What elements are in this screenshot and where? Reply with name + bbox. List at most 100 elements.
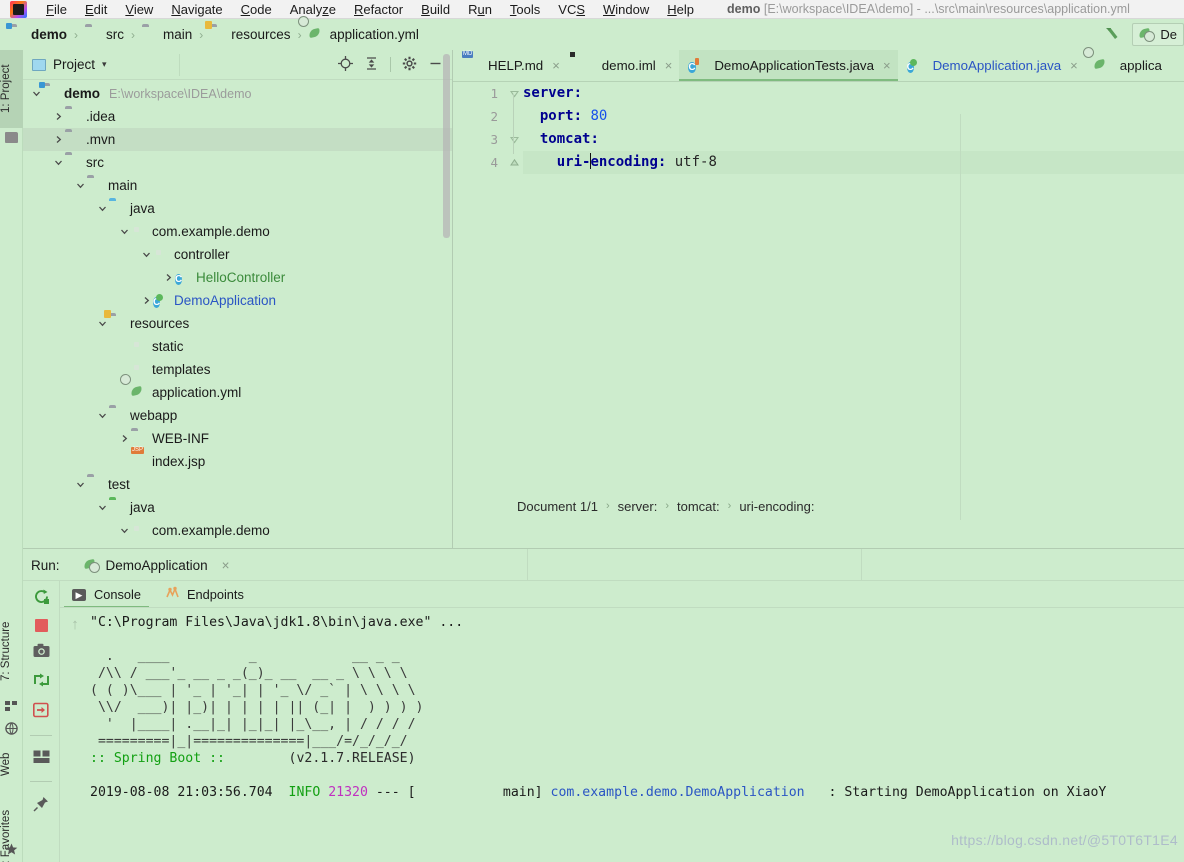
chevron-down-icon[interactable]	[73, 181, 87, 190]
run-configuration-tab[interactable]: DemoApplication ×	[84, 558, 230, 573]
console-tab-endpoints[interactable]: Endpoints	[163, 586, 246, 602]
editor-tab-help-md[interactable]: MD HELP.md ×	[453, 50, 567, 81]
editor-breadcrumb-item[interactable]: server:	[618, 499, 658, 514]
sidebar-item-structure[interactable]: 7: Structure	[0, 605, 23, 697]
console-output-area[interactable]: ↑ "C:\Program Files\Java\jdk1.8\bin\java…	[60, 608, 1184, 862]
tree-node-application-yml[interactable]: application.yml	[23, 381, 452, 404]
tree-node-java[interactable]: java	[23, 496, 452, 519]
chevron-right-icon[interactable]	[117, 434, 131, 443]
menu-item-view[interactable]: View	[116, 0, 162, 19]
code-line-4[interactable]: uri-encoding: utf-8	[523, 151, 1184, 174]
tree-node--mvn[interactable]: .mvn	[23, 128, 452, 151]
chevron-right-icon[interactable]	[161, 273, 175, 282]
gear-icon[interactable]	[402, 56, 417, 74]
chevron-down-icon[interactable]	[95, 411, 109, 420]
close-icon[interactable]: ×	[1070, 58, 1078, 73]
tree-node-controller[interactable]: controller	[23, 243, 452, 266]
chevron-down-icon[interactable]	[73, 480, 87, 489]
editor-tab-demoapplicationtests-java[interactable]: C DemoApplicationTests.java ×	[679, 50, 898, 81]
tree-node-com-example-demo[interactable]: com.example.demo	[23, 519, 452, 542]
editor-tab-applica[interactable]: applica	[1085, 50, 1169, 81]
breadcrumb-item-application-yml[interactable]: application.yml	[307, 27, 421, 43]
chevron-down-icon[interactable]	[117, 526, 131, 535]
thread-dump-icon[interactable]	[33, 672, 50, 691]
chevron-down-icon[interactable]	[95, 204, 109, 213]
chevron-down-icon[interactable]	[29, 89, 43, 98]
breadcrumb-item-demo[interactable]: demo	[6, 22, 69, 43]
tree-node-resources[interactable]: resources	[23, 309, 452, 335]
breadcrumb-item-resources[interactable]: resources	[205, 20, 292, 43]
collapse-all-icon[interactable]	[364, 56, 379, 74]
menu-item-refactor[interactable]: Refactor	[345, 0, 412, 19]
pin-icon[interactable]	[33, 796, 49, 815]
code-line-1[interactable]: server:	[523, 82, 1184, 105]
editor-breadcrumb-item[interactable]: uri-encoding:	[739, 499, 814, 514]
sidebar-item-web[interactable]: Web	[0, 740, 23, 788]
tree-node-com-example-demo[interactable]: com.example.demo	[23, 220, 452, 243]
layout-icon[interactable]	[33, 750, 50, 767]
project-tree[interactable]: demo E:\workspace\IDEA\demo .idea .mvn src ma…	[23, 80, 452, 546]
editor-breadcrumb-item[interactable]: Document 1/1	[517, 499, 598, 514]
menu-item-vcs[interactable]: VCS	[549, 0, 594, 19]
tree-node-demoapplication[interactable]: C DemoApplication	[23, 289, 452, 312]
camera-icon[interactable]	[33, 643, 50, 661]
tree-node-templates[interactable]: templates	[23, 358, 452, 381]
tree-node-index-jsp[interactable]: JSP index.jsp	[23, 446, 452, 473]
tree-node-hellocontroller[interactable]: C HelloController	[23, 266, 452, 289]
code-line-3[interactable]: tomcat:	[523, 128, 1184, 151]
code-folding-gutter[interactable]	[505, 82, 523, 520]
chevron-down-icon[interactable]	[117, 227, 131, 236]
scroll-up-icon[interactable]: ↑	[60, 608, 90, 862]
tree-node--idea[interactable]: .idea	[23, 105, 452, 128]
project-tree-scrollbar[interactable]	[443, 54, 450, 238]
close-icon[interactable]: ×	[665, 58, 673, 73]
sidebar-item-project[interactable]: 1: Project	[0, 50, 23, 128]
chevron-right-icon[interactable]	[139, 296, 153, 305]
menu-item-navigate[interactable]: Navigate	[162, 0, 231, 19]
console-tab-console[interactable]: ▶ Console	[64, 586, 149, 608]
code-content[interactable]: server: port: 80 tomcat: uri-encoding: u…	[523, 82, 1184, 520]
hammer-icon[interactable]	[1102, 24, 1124, 46]
menu-item-run[interactable]: Run	[459, 0, 501, 19]
fold-marker-line-4[interactable]	[505, 151, 523, 174]
breadcrumb-item-src[interactable]: src	[83, 27, 126, 43]
run-configuration-selector[interactable]: De	[1132, 23, 1184, 46]
menu-item-edit[interactable]: Edit	[76, 0, 116, 19]
tree-node-java[interactable]: java	[23, 197, 452, 220]
menu-item-file[interactable]: File	[37, 0, 76, 19]
tree-node-main[interactable]: main	[23, 174, 452, 197]
chevron-down-icon[interactable]: ▾	[102, 59, 107, 70]
close-icon[interactable]: ×	[883, 58, 891, 73]
rerun-icon[interactable]	[33, 588, 50, 608]
menu-item-window[interactable]: Window	[594, 0, 658, 19]
tree-node-src[interactable]: src	[23, 151, 452, 174]
export-icon[interactable]	[33, 702, 49, 721]
breadcrumb-item-main[interactable]: main	[140, 27, 194, 43]
editor-breadcrumb[interactable]: Document 1/1 › server: › tomcat: › uri-encodin…	[453, 492, 1184, 520]
chevron-down-icon[interactable]	[139, 250, 153, 259]
stop-icon[interactable]	[34, 619, 48, 632]
fold-marker-line-3[interactable]	[505, 128, 523, 151]
close-icon[interactable]: ×	[222, 558, 230, 573]
code-line-2[interactable]: port: 80	[523, 105, 1184, 128]
editor-tab-demo-iml[interactable]: demo.iml ×	[567, 50, 680, 81]
chevron-right-icon[interactable]	[51, 112, 65, 121]
tree-node-static[interactable]: static	[23, 335, 452, 358]
menu-item-tools[interactable]: Tools	[501, 0, 549, 19]
editor-breadcrumb-item[interactable]: tomcat:	[677, 499, 720, 514]
tree-node-test[interactable]: test	[23, 473, 452, 496]
locate-target-icon[interactable]	[338, 55, 353, 74]
menu-item-build[interactable]: Build	[412, 0, 459, 19]
code-editor[interactable]: 1 2 3 4 server: port: 80 tomcat: uri-encodi…	[453, 82, 1184, 520]
close-icon[interactable]: ×	[552, 58, 560, 73]
minimize-icon[interactable]	[428, 56, 443, 74]
chevron-down-icon[interactable]	[95, 319, 109, 328]
chevron-down-icon[interactable]	[51, 158, 65, 167]
chevron-right-icon[interactable]	[51, 135, 65, 144]
menu-item-help[interactable]: Help	[658, 0, 703, 19]
chevron-down-icon[interactable]	[95, 503, 109, 512]
menu-item-code[interactable]: Code	[232, 0, 281, 19]
fold-marker-line-1[interactable]	[505, 82, 523, 105]
tree-node-web-inf[interactable]: WEB-INF	[23, 427, 452, 450]
tree-node-demo[interactable]: demo E:\workspace\IDEA\demo	[23, 81, 452, 105]
